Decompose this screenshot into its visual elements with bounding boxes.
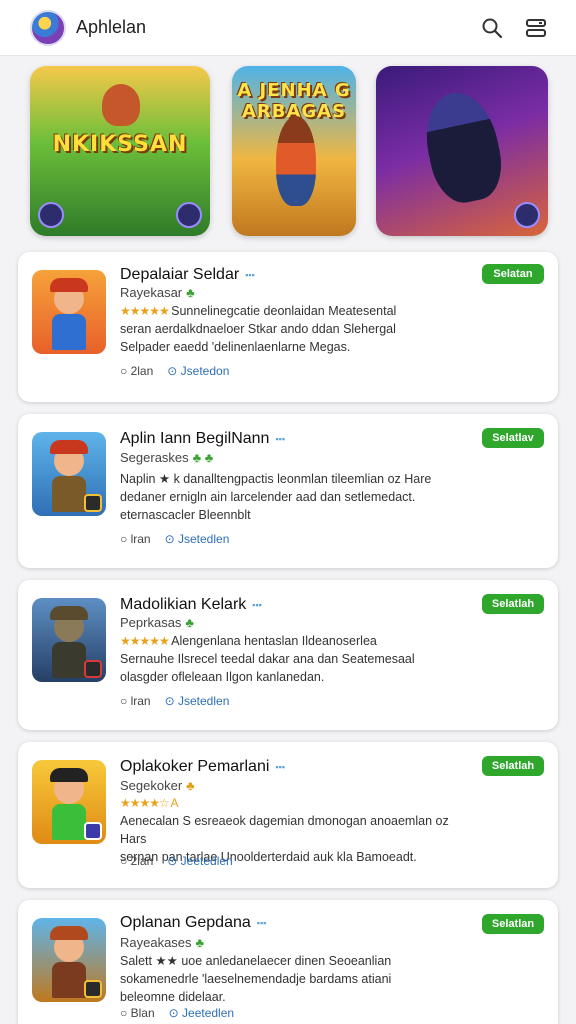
rating-stars: ★★★★☆ A: [120, 796, 178, 810]
featured-banner-2[interactable]: A JENHA G ARBAGAS: [232, 66, 356, 236]
app-description: ★★★★★ Sunnelinegcatie deonlaidan Meatese…: [120, 304, 397, 354]
app-description: ★★★★★ Alengenlana hentaslan Ildeanoserle…: [120, 634, 415, 684]
get-button[interactable]: Selatlan: [482, 914, 544, 934]
icon-character-hat: [50, 768, 88, 782]
app-subtitle: Rayeakases ♣: [120, 935, 205, 950]
get-button[interactable]: Selatlav: [482, 428, 544, 448]
meta-count: ○ Blan: [120, 1006, 155, 1020]
leaf-icon: ♣: [186, 778, 195, 793]
leaf-icon: ♣ ♣: [192, 450, 214, 465]
details-link[interactable]: ⊙ Jeetedlen: [169, 1006, 234, 1020]
app-description: Salett ★★ uoe anledanelaecer dinen Seoea…: [120, 954, 392, 1004]
app-subtitle: Segekoker ♣: [120, 778, 195, 793]
app-description: Naplin ★ k danalltengpactis leonmlan til…: [120, 472, 432, 522]
app-title: Madolikian Kelark ▪▪▪: [120, 596, 262, 613]
icon-character-body: [52, 314, 86, 350]
leaf-icon: ♣: [186, 285, 195, 300]
icon-character-body: [52, 962, 86, 998]
banner-badge-icon: [176, 202, 202, 228]
app-subtitle: Peprkasas ♣: [120, 615, 194, 630]
app-meta: ○ lran ⊙ Jsetedlen: [120, 694, 229, 708]
icon-badge: [84, 660, 102, 678]
leaf-icon: ♣: [185, 615, 194, 630]
app-card[interactable]: Aplin Iann BegilNann ▪▪▪ Segeraskes ♣ ♣ Na…: [18, 414, 558, 568]
leaf-icon: ♣: [195, 935, 205, 950]
get-button[interactable]: Selatlah: [482, 594, 544, 614]
app-meta: ○ lran ⊙ Jsetedlen: [120, 532, 229, 546]
banner-title: NKIKSSAN: [52, 132, 188, 157]
icon-badge: [84, 980, 102, 998]
banner-badge-icon: [514, 202, 540, 228]
app-title: Aphlelan: [76, 17, 147, 37]
rating-stars: ★★★★★: [120, 304, 172, 318]
icon-badge: [84, 494, 102, 512]
app-icon: [32, 432, 106, 516]
banner-badge-icon: [38, 202, 64, 228]
app-subtitle: Segeraskes ♣ ♣: [120, 450, 214, 465]
app-title: Oplakoker Pemarlani ▪▪▪: [120, 758, 285, 775]
get-button[interactable]: Selatlah: [482, 756, 544, 776]
icon-character-body: [52, 804, 86, 840]
details-link[interactable]: ⊙ Jsetedlen: [165, 694, 230, 708]
app-title: Aplin Iann BegilNann ▪▪▪: [120, 430, 286, 447]
app-card[interactable]: Madolikian Kelark ▪▪▪ Peprkasas ♣ ★★★★★ Al…: [18, 580, 558, 730]
details-link[interactable]: ⊙ Jsetedon: [167, 364, 229, 378]
icon-character-body: [52, 476, 86, 512]
meta-count: ○ 2lan: [120, 854, 154, 868]
app-icon: [32, 598, 106, 682]
icon-character-hat: [50, 926, 88, 940]
details-link[interactable]: ⊙ Jeetedlen: [167, 854, 232, 868]
app-card[interactable]: Oplakoker Pemarlani ▪▪▪ Segekoker ♣ ★★★★☆ …: [18, 742, 558, 888]
app-icon: [32, 918, 106, 1002]
verified-icon: ▪▪▪: [275, 761, 285, 772]
meta-count: ○ 2lan: [120, 364, 154, 378]
icon-character-hat: [50, 278, 88, 292]
featured-banner-3[interactable]: [376, 66, 548, 236]
meta-count: ○ lran: [120, 694, 151, 708]
top-actions: [480, 16, 548, 40]
app-meta: ○ 2lan ⊙ Jsetedon: [120, 364, 229, 378]
details-link[interactable]: ⊙ Jsetedlen: [165, 532, 230, 546]
banner-character: [276, 116, 316, 206]
rating-stars: ★★★★★: [120, 634, 172, 648]
menu-icon[interactable]: [524, 16, 548, 40]
meta-count: ○ lran: [120, 532, 151, 546]
top-bar: Aphlelan: [0, 0, 576, 56]
app-card[interactable]: Depalaiar Seldar ▪▪▪ Rayekasar ♣ ★★★★★ Sun…: [18, 252, 558, 402]
banner-character: [102, 84, 140, 126]
app-subtitle: Rayekasar ♣: [120, 285, 195, 300]
app-title: Oplanan Gepdana ▪▪▪: [120, 914, 267, 931]
app-icon: [32, 270, 106, 354]
app-card[interactable]: Oplanan Gepdana ▪▪▪ Rayeakases ♣ Salett ★★…: [18, 900, 558, 1024]
verified-icon: ▪▪▪: [245, 269, 255, 280]
app-meta: ○ Blan ⊙ Jeetedlen: [120, 1006, 234, 1020]
icon-character-hat: [50, 606, 88, 620]
verified-icon: ▪▪▪: [252, 599, 262, 610]
app-icon: [32, 760, 106, 844]
icon-badge: [84, 822, 102, 840]
icon-character-hat: [50, 440, 88, 454]
featured-banners: NKIKSSAN A JENHA G ARBAGAS: [30, 66, 548, 238]
app-title: Depalaiar Seldar ▪▪▪: [120, 266, 255, 283]
banner-character: [417, 85, 509, 209]
featured-banner-1[interactable]: NKIKSSAN: [30, 66, 210, 236]
verified-icon: ▪▪▪: [275, 433, 286, 444]
app-meta: ○ 2lan ⊙ Jeetedlen: [120, 854, 233, 868]
app-logo: [30, 9, 66, 46]
get-button[interactable]: Selatan: [482, 264, 544, 284]
icon-character-body: [52, 642, 86, 678]
search-icon[interactable]: [480, 16, 504, 40]
verified-icon: ▪▪▪: [256, 917, 267, 928]
